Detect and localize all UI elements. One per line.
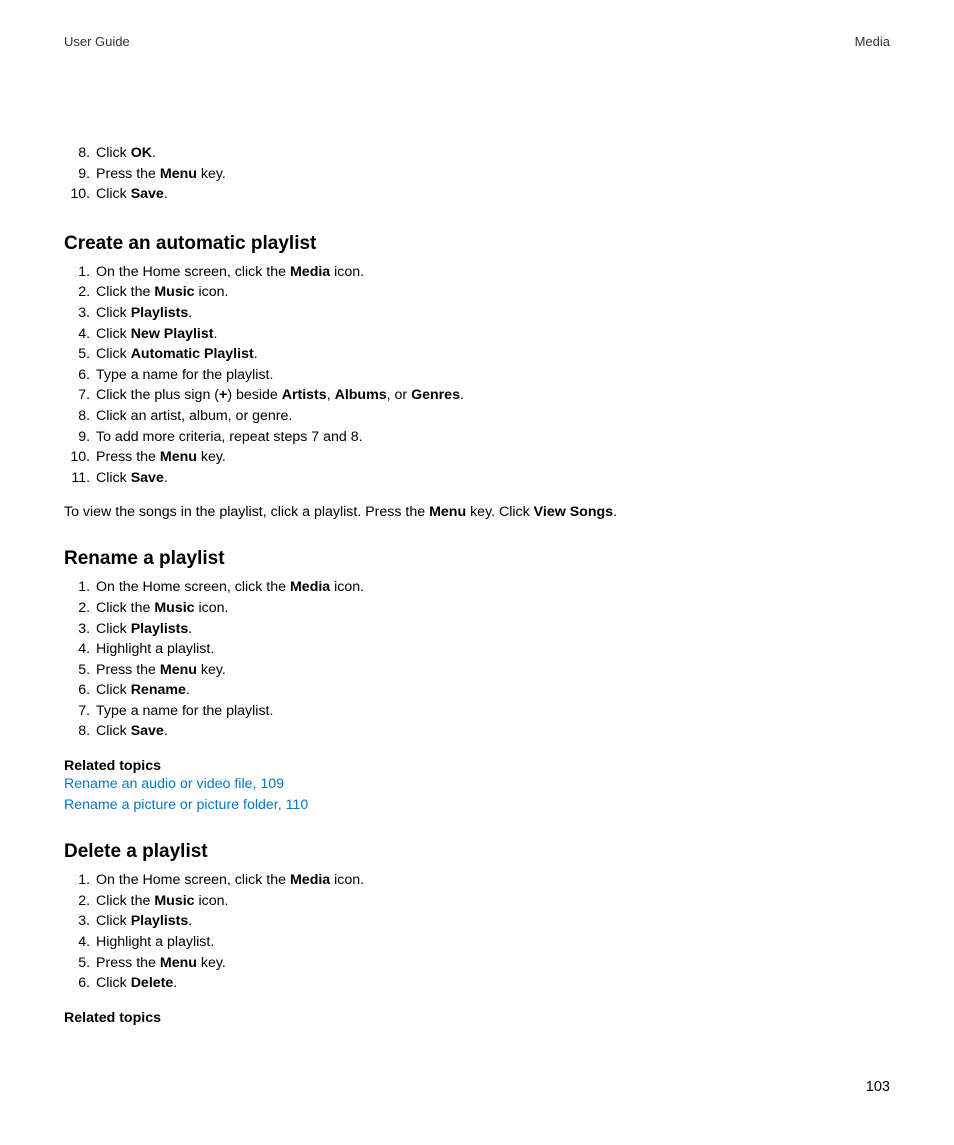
list-item: Click Delete. xyxy=(94,973,890,994)
related-link[interactable]: Rename a picture or picture folder, 110 xyxy=(64,795,890,816)
section-heading: Create an automatic playlist xyxy=(64,233,890,255)
section-heading: Delete a playlist xyxy=(64,841,890,863)
document-page: User Guide Media Click OK.Press the Menu… xyxy=(0,0,954,1145)
section-rename-playlist: Rename a playlist On the Home screen, cl… xyxy=(64,548,890,815)
related-topics-heading: Related topics xyxy=(64,1010,890,1026)
steps-list: On the Home screen, click the Media icon… xyxy=(64,870,890,994)
section-note: To view the songs in the playlist, click… xyxy=(64,504,890,520)
list-item: Click Save. xyxy=(94,468,890,489)
list-item: Click the Music icon. xyxy=(94,282,890,303)
list-item: Click Playlists. xyxy=(94,911,890,932)
list-item: Type a name for the playlist. xyxy=(94,365,890,386)
list-item: Click the plus sign (+) beside Artists, … xyxy=(94,385,890,406)
header-left: User Guide xyxy=(64,34,130,49)
list-item: Click the Music icon. xyxy=(94,891,890,912)
list-item: On the Home screen, click the Media icon… xyxy=(94,577,890,598)
list-item: Click the Music icon. xyxy=(94,598,890,619)
list-item: Highlight a playlist. xyxy=(94,639,890,660)
list-item: On the Home screen, click the Media icon… xyxy=(94,870,890,891)
section-create-automatic-playlist: Create an automatic playlist On the Home… xyxy=(64,233,890,521)
list-item: Click Rename. xyxy=(94,680,890,701)
list-item: Type a name for the playlist. xyxy=(94,701,890,722)
list-item: Click New Playlist. xyxy=(94,324,890,345)
list-item: Press the Menu key. xyxy=(94,447,890,468)
list-item: Click Save. xyxy=(94,721,890,742)
page-number: 103 xyxy=(866,1079,890,1095)
list-item: To add more criteria, repeat steps 7 and… xyxy=(94,427,890,448)
list-item: Click Playlists. xyxy=(94,619,890,640)
list-item: Click Playlists. xyxy=(94,303,890,324)
continued-steps-list: Click OK.Press the Menu key.Click Save. xyxy=(64,143,890,205)
list-item: Press the Menu key. xyxy=(94,953,890,974)
section-heading: Rename a playlist xyxy=(64,548,890,570)
steps-list: On the Home screen, click the Media icon… xyxy=(64,262,890,489)
list-item: Click OK. xyxy=(94,143,890,164)
list-item: Click Save. xyxy=(94,184,890,205)
list-item: Press the Menu key. xyxy=(94,164,890,185)
list-item: Highlight a playlist. xyxy=(94,932,890,953)
related-topics-heading: Related topics xyxy=(64,758,890,774)
list-item: Press the Menu key. xyxy=(94,660,890,681)
section-delete-playlist: Delete a playlist On the Home screen, cl… xyxy=(64,841,890,1026)
page-header: User Guide Media xyxy=(64,34,890,49)
header-right: Media xyxy=(855,34,890,49)
steps-list: On the Home screen, click the Media icon… xyxy=(64,577,890,742)
list-item: On the Home screen, click the Media icon… xyxy=(94,262,890,283)
list-item: Click Automatic Playlist. xyxy=(94,344,890,365)
related-link[interactable]: Rename an audio or video file, 109 xyxy=(64,774,890,795)
related-links: Rename an audio or video file, 109 Renam… xyxy=(64,774,890,815)
list-item: Click an artist, album, or genre. xyxy=(94,406,890,427)
